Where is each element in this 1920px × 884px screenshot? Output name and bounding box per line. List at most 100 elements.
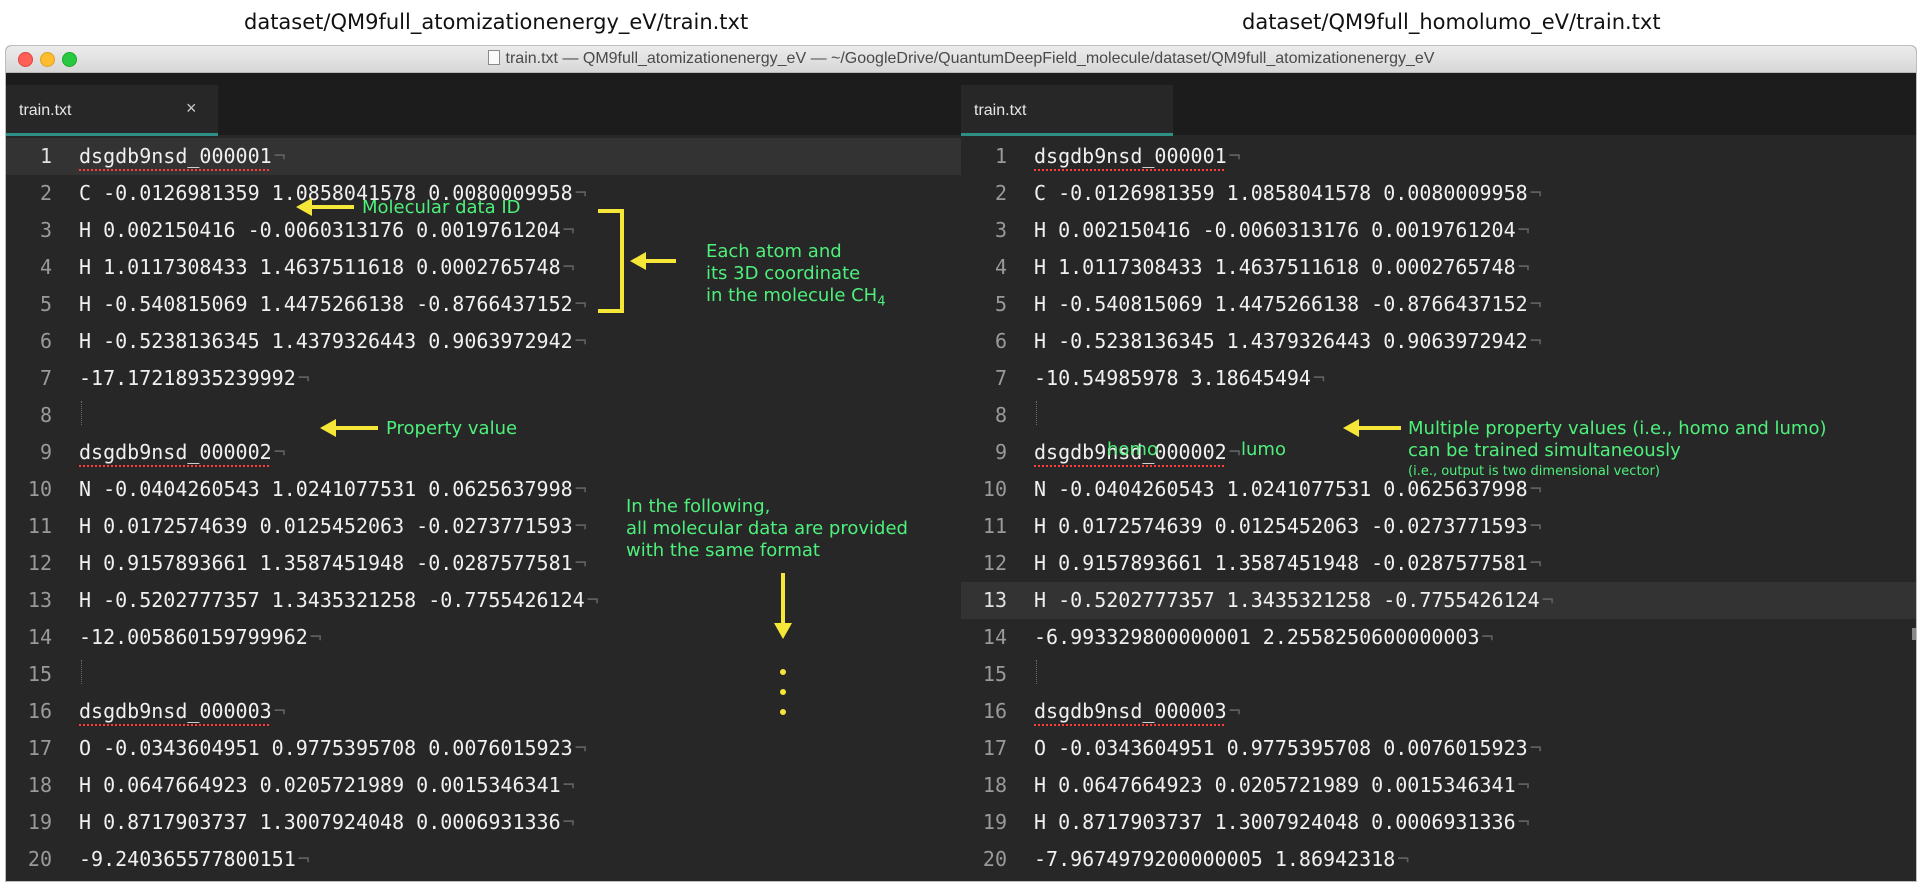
code-line[interactable]: 15: [6, 656, 961, 693]
annotation-multi-line1: Multiple property values (i.e., homo and…: [1408, 418, 1827, 439]
code-text: -9.240365577800151: [79, 847, 296, 871]
line-number: 16: [982, 699, 1007, 723]
line-number: 11: [982, 514, 1007, 538]
code-line[interactable]: 18 H 0.0647664923 0.0205721989 0.00153463…: [6, 767, 961, 804]
line-number: 4: [994, 255, 1007, 279]
line-number: 3: [39, 218, 52, 242]
molecule-id-text: dsgdb9nsd_000002: [79, 440, 272, 464]
molecule-id-text: dsgdb9nsd_000003: [79, 699, 272, 723]
line-number: 1: [39, 144, 52, 168]
left-tab-train-txt[interactable]: train.txt ×: [6, 85, 218, 136]
right-code-editor[interactable]: 1 dsgdb9nsd_000001 ¬ 2 C -0.0126981359 1.085…: [961, 135, 1916, 881]
code-line[interactable]: 1 dsgdb9nsd_000001 ¬: [6, 138, 961, 175]
end-of-line-marker: ¬: [1397, 847, 1410, 871]
right-tab-train-txt[interactable]: train.txt: [961, 85, 1173, 136]
title-bar[interactable]: train.txt — QM9full_atomizationenergy_eV…: [6, 46, 1916, 73]
code-line[interactable]: 13 H -0.5202777357 1.3435321258 -0.775542…: [961, 582, 1916, 619]
code-line[interactable]: 3 H 0.002150416 -0.0060313176 0.001976120…: [961, 212, 1916, 249]
code-line[interactable]: 16 dsgdb9nsd_000003 ¬: [961, 693, 1916, 730]
code-text-wrapper: H 0.002150416 -0.0060313176 0.0019761204…: [79, 218, 575, 242]
code-line[interactable]: 4 H 1.0117308433 1.4637511618 0.000276574…: [961, 249, 1916, 286]
end-of-line-marker: ¬: [1312, 366, 1325, 390]
code-text-wrapper: C -0.0126981359 1.0858041578 0.008000995…: [1034, 181, 1542, 205]
window-title: train.txt — QM9full_atomizationenergy_eV…: [505, 50, 1435, 67]
indent-guide: [81, 660, 83, 684]
end-of-line-marker: ¬: [1529, 329, 1542, 353]
code-text-wrapper: -7.9674979200000005 1.86942318 ¬: [1034, 847, 1409, 871]
code-text-wrapper: N -0.0404260543 1.0241077531 0.062563799…: [79, 477, 587, 501]
code-text: -17.17218935239992: [79, 366, 296, 390]
code-line[interactable]: 17 O -0.0343604951 0.9775395708 0.0076015…: [6, 730, 961, 767]
scrollbar-thumb[interactable]: [1912, 628, 1916, 640]
code-line[interactable]: 7 -17.17218935239992 ¬: [6, 360, 961, 397]
code-text-wrapper: H 1.0117308433 1.4637511618 0.0002765748…: [79, 255, 575, 279]
line-number: 2: [994, 181, 1007, 205]
line-number: 15: [982, 662, 1007, 686]
end-of-line-marker: ¬: [1517, 773, 1530, 797]
end-of-line-marker: ¬: [1529, 181, 1542, 205]
end-of-line-marker: ¬: [1517, 218, 1530, 242]
end-of-line-marker: ¬: [562, 255, 575, 279]
continuation-arrow: [774, 573, 792, 715]
annotation-atoms-line2: its 3D coordinate: [706, 263, 861, 284]
code-text: -10.54985978 3.18645494: [1034, 366, 1311, 390]
end-of-line-marker: ¬: [1529, 551, 1542, 575]
code-text-wrapper: -6.993329800000001 2.2558250600000003 ¬: [1034, 625, 1494, 649]
code-line[interactable]: 15: [961, 656, 1916, 693]
line-number: 6: [39, 329, 52, 353]
line-number: 2: [39, 181, 52, 205]
code-text: H 0.002150416 -0.0060313176 0.0019761204: [79, 218, 561, 242]
line-number: 9: [39, 440, 52, 464]
end-of-line-marker: ¬: [297, 366, 310, 390]
code-text: C -0.0126981359 1.0858041578 0.008000995…: [1034, 181, 1528, 205]
code-text-wrapper: dsgdb9nsd_000001 ¬: [79, 144, 286, 168]
code-text-wrapper: dsgdb9nsd_000003 ¬: [79, 699, 286, 723]
tab-close-icon[interactable]: ×: [186, 98, 197, 119]
code-text: H -0.5202777357 1.3435321258 -0.77554261…: [79, 588, 585, 612]
code-text-wrapper: H 0.002150416 -0.0060313176 0.0019761204…: [1034, 218, 1530, 242]
code-line[interactable]: 14 -12.005860159799962 ¬: [6, 619, 961, 656]
code-text-wrapper: H 0.0172574639 0.0125452063 -0.027377159…: [79, 514, 587, 538]
code-line[interactable]: 20 -7.9674979200000005 1.86942318 ¬: [961, 841, 1916, 878]
code-line[interactable]: 13 H -0.5202777357 1.3435321258 -0.775542…: [6, 582, 961, 619]
document-icon: [487, 50, 500, 65]
line-number: 1: [994, 144, 1007, 168]
code-text-wrapper: H 1.0117308433 1.4637511618 0.0002765748…: [1034, 255, 1530, 279]
right-editor-pane: train.txt 1 dsgdb9nsd_000001 ¬ 2 C -0.012698…: [961, 73, 1916, 881]
line-number: 7: [39, 366, 52, 390]
code-text-wrapper: H 0.0172574639 0.0125452063 -0.027377159…: [1034, 514, 1542, 538]
line-number: 9: [994, 440, 1007, 464]
code-line[interactable]: 2 C -0.0126981359 1.0858041578 0.00800099…: [961, 175, 1916, 212]
end-of-line-marker: ¬: [1481, 625, 1494, 649]
code-line[interactable]: 6 H -0.5238136345 1.4379326443 0.90639729…: [6, 323, 961, 360]
annotation-following-line3: with the same format: [626, 540, 820, 561]
code-line[interactable]: 20 -9.240365577800151 ¬: [6, 841, 961, 878]
code-text: H 0.0647664923 0.0205721989 0.0015346341: [1034, 773, 1516, 797]
end-of-line-marker: ¬: [574, 736, 587, 760]
code-line[interactable]: 19 H 0.8717903737 1.3007924048 0.00069313…: [6, 804, 961, 841]
code-line[interactable]: 16 dsgdb9nsd_000003 ¬: [6, 693, 961, 730]
line-number: 17: [27, 736, 52, 760]
code-line[interactable]: 11 H 0.0172574639 0.0125452063 -0.0273771…: [961, 508, 1916, 545]
annotation-homo: homo: [1107, 439, 1158, 460]
code-text: H -0.540815069 1.4475266138 -0.876643715…: [1034, 292, 1528, 316]
code-line[interactable]: 12 H 0.9157893661 1.3587451948 -0.0287577…: [961, 545, 1916, 582]
end-of-line-marker: ¬: [1228, 440, 1241, 464]
code-line[interactable]: 10 N -0.0404260543 1.0241077531 0.0625637…: [6, 471, 961, 508]
code-line[interactable]: 18 H 0.0647664923 0.0205721989 0.00153463…: [961, 767, 1916, 804]
code-line[interactable]: 17 O -0.0343604951 0.9775395708 0.0076015…: [961, 730, 1916, 767]
code-line[interactable]: 5 H -0.540815069 1.4475266138 -0.87664371…: [961, 286, 1916, 323]
code-text-wrapper: H -0.5202777357 1.3435321258 -0.77554261…: [79, 588, 599, 612]
code-line[interactable]: 14 -6.993329800000001 2.2558250600000003 ¬: [961, 619, 1916, 656]
code-line[interactable]: 1 dsgdb9nsd_000001 ¬: [961, 138, 1916, 175]
code-text: -7.9674979200000005 1.86942318: [1034, 847, 1396, 871]
code-line[interactable]: 7 -10.54985978 3.18645494 ¬: [961, 360, 1916, 397]
code-text: O -0.0343604951 0.9775395708 0.007601592…: [1034, 736, 1528, 760]
code-line[interactable]: 6 H -0.5238136345 1.4379326443 0.90639729…: [961, 323, 1916, 360]
code-text-wrapper: dsgdb9nsd_000001 ¬: [1034, 144, 1241, 168]
code-line[interactable]: 19 H 0.8717903737 1.3007924048 0.00069313…: [961, 804, 1916, 841]
line-number: 8: [39, 403, 52, 427]
code-text-wrapper: O -0.0343604951 0.9775395708 0.007601592…: [1034, 736, 1542, 760]
window-title-area: train.txt — QM9full_atomizationenergy_eV…: [6, 50, 1916, 68]
property-value-arrow: [320, 419, 378, 437]
